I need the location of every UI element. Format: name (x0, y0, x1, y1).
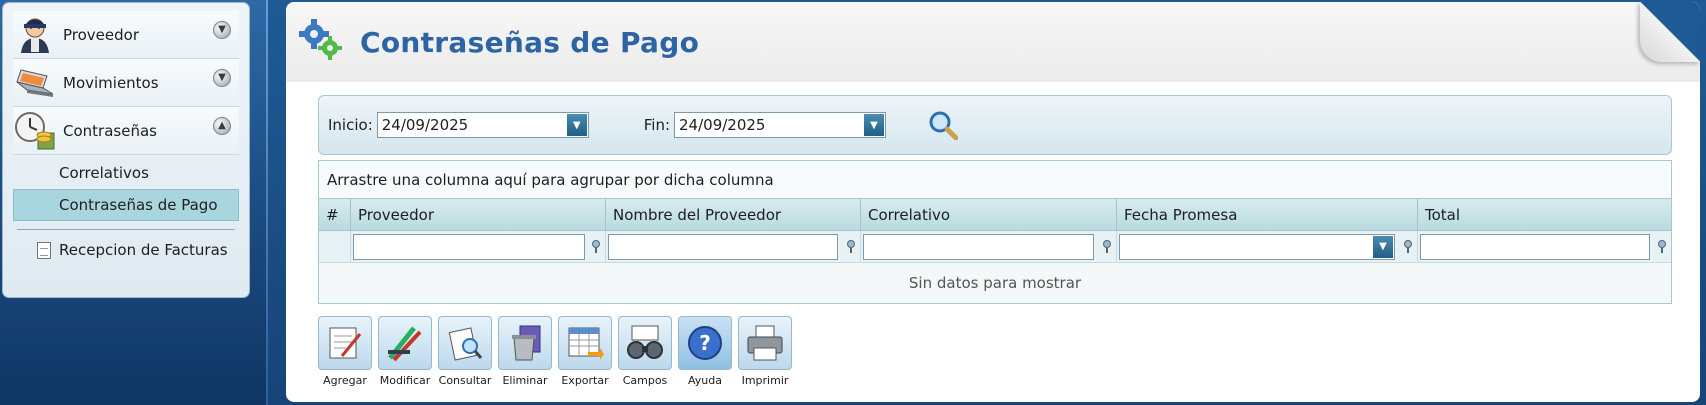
page-title: Contraseñas de Pago (360, 25, 700, 59)
end-date-value: 24/09/2025 (679, 116, 766, 134)
button-label: Eliminar (502, 374, 548, 387)
start-date-field[interactable]: 24/09/2025 ▼ (376, 112, 589, 138)
sidebar-group-label: Proveedor (63, 25, 139, 44)
gears-icon (298, 18, 344, 66)
sidebar-group-movimientos[interactable]: Movimientos ▼ (13, 59, 239, 107)
data-grid: Arrastre una columna aquí para agrupar p… (318, 160, 1672, 304)
magnifier-icon (929, 111, 959, 140)
svg-text:?: ? (699, 331, 711, 355)
date-filter-panel: Inicio: 24/09/2025 ▼ Fin: 24/09/2025 ▼ (318, 95, 1672, 155)
action-toolbar: Agregar Modificar Consultar Eliminar Exp… (318, 316, 798, 387)
grid-filter-row: ▼ (319, 231, 1671, 263)
sidebar-item-label: Contraseñas de Pago (59, 196, 218, 214)
pencils-icon (378, 316, 432, 370)
column-header-correlativo[interactable]: Correlativo (861, 199, 1117, 230)
sidebar-group-label: Contraseñas (63, 121, 157, 140)
button-label: Ayuda (688, 374, 722, 387)
filter-cell-nombre-proveedor (606, 231, 861, 262)
add-document-icon (318, 316, 372, 370)
add-button[interactable]: Agregar (318, 316, 372, 387)
button-label: Imprimir (741, 374, 789, 387)
delete-button[interactable]: Eliminar (498, 316, 552, 387)
chevron-down-icon[interactable]: ▼ (213, 69, 231, 87)
button-label: Modificar (379, 374, 431, 387)
inspect-document-icon (438, 316, 492, 370)
search-button[interactable] (926, 108, 960, 142)
column-header-proveedor[interactable]: Proveedor (351, 199, 606, 230)
export-button[interactable]: Exportar (558, 316, 612, 387)
filter-icon[interactable] (1656, 240, 1668, 254)
filter-cell-proveedor (351, 231, 606, 262)
filter-cell-correlativo (861, 231, 1117, 262)
button-label: Campos (622, 374, 668, 387)
page-header: Contraseñas de Pago (286, 2, 1700, 82)
person-icon (13, 15, 57, 55)
binoculars-icon (618, 316, 672, 370)
sidebar-item-correlativos[interactable]: Correlativos (13, 157, 239, 189)
filter-icon[interactable] (845, 240, 857, 254)
button-label: Consultar (438, 374, 492, 387)
sidebar-group-proveedor[interactable]: Proveedor ▼ (13, 11, 239, 59)
column-header-nombre-proveedor[interactable]: Nombre del Proveedor (606, 199, 861, 230)
filter-cell-total (1418, 231, 1671, 262)
column-header-number[interactable]: # (319, 199, 351, 230)
filter-icon[interactable] (1402, 240, 1414, 254)
sidebar-item-label: Recepcion de Facturas (59, 241, 228, 259)
fecha-promesa-filter-dropdown[interactable]: ▼ (1119, 233, 1395, 260)
chevron-up-icon[interactable]: ▲ (213, 117, 231, 135)
nombre-proveedor-filter-input[interactable] (608, 233, 838, 260)
chevron-down-icon[interactable]: ▼ (213, 21, 231, 39)
sidebar: Proveedor ▼ Movimientos ▼ Contraseñas ▲ … (2, 2, 250, 298)
chevron-down-icon[interactable]: ▼ (566, 114, 587, 136)
filter-cell-fecha-promesa: ▼ (1117, 231, 1418, 262)
clock-coins-icon (13, 111, 57, 151)
correlativo-filter-input[interactable] (863, 233, 1094, 260)
document-icon (37, 241, 51, 259)
print-button[interactable]: Imprimir (738, 316, 792, 387)
grid-header: # Proveedor Nombre del Proveedor Correla… (319, 199, 1671, 231)
column-header-total[interactable]: Total (1418, 199, 1671, 230)
help-icon: ? (678, 316, 732, 370)
filter-cell-number (319, 231, 351, 262)
sidebar-separator (17, 229, 235, 230)
start-date-value: 24/09/2025 (381, 116, 469, 134)
empty-grid-message: Sin datos para mostrar (319, 263, 1671, 303)
trash-icon (498, 316, 552, 370)
help-button[interactable]: ? Ayuda (678, 316, 732, 387)
end-date-field[interactable]: 24/09/2025 ▼ (674, 112, 887, 138)
sidebar-item-label: Correlativos (59, 164, 149, 182)
button-label: Exportar (561, 374, 609, 387)
group-panel[interactable]: Arrastre una columna aquí para agrupar p… (319, 161, 1671, 199)
end-date-label: Fin: (643, 116, 671, 134)
sidebar-group-contrasenas[interactable]: Contraseñas ▲ (13, 107, 239, 155)
total-filter-input[interactable] (1420, 233, 1650, 260)
proveedor-filter-input[interactable] (353, 233, 585, 260)
chevron-down-icon[interactable]: ▼ (864, 114, 885, 136)
chevron-down-icon[interactable]: ▼ (1373, 235, 1393, 258)
column-header-fecha-promesa[interactable]: Fecha Promesa (1117, 199, 1418, 230)
start-date-label: Inicio: (328, 116, 373, 134)
filter-icon[interactable] (1101, 240, 1113, 254)
spreadsheet-export-icon (558, 316, 612, 370)
button-label: Agregar (323, 374, 367, 387)
sidebar-group-label: Movimientos (63, 73, 159, 92)
fields-button[interactable]: Campos (618, 316, 672, 387)
main-panel: Contraseñas de Pago Inicio: 24/09/2025 ▼… (286, 2, 1700, 402)
laptop-icon (13, 63, 57, 103)
consult-button[interactable]: Consultar (438, 316, 492, 387)
sidebar-item-recepcion-de-facturas[interactable]: Recepcion de Facturas (13, 236, 239, 264)
filter-icon[interactable] (590, 240, 602, 254)
printer-icon (738, 316, 792, 370)
page-curl (1640, 2, 1700, 62)
sidebar-item-contrasenas-de-pago[interactable]: Contraseñas de Pago (13, 189, 239, 221)
modify-button[interactable]: Modificar (378, 316, 432, 387)
